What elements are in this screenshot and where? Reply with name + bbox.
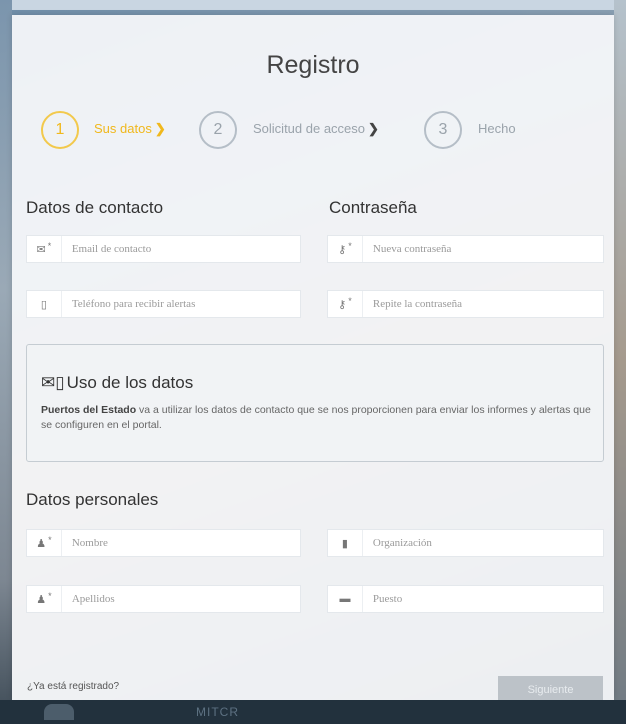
mobile-icon: ▯ [27, 291, 62, 317]
phone-field: ▯ [26, 290, 301, 318]
step-2-circle: 2 [199, 111, 237, 149]
email-field: ✉ * [26, 235, 301, 263]
briefcase-icon: ▬ [328, 586, 363, 612]
new-password-field: ⚷ * [327, 235, 604, 263]
background-right [614, 0, 626, 724]
contact-heading: Datos de contacto [26, 198, 164, 217]
key-icon: ⚷ * [328, 236, 363, 262]
background-top [0, 0, 626, 10]
position-field: ▬ [327, 585, 604, 613]
data-usage-box: ✉▯ Uso de los datos Puertos del Estado v… [26, 344, 604, 462]
step-1-circle: 1 [41, 111, 79, 149]
step-1-label: Sus datos ❯ [94, 121, 166, 136]
email-input[interactable] [61, 236, 300, 262]
data-usage-text: Puertos del Estado va a utilizar los dat… [41, 404, 591, 431]
new-password-input[interactable] [362, 236, 603, 262]
password-heading: Contraseña [329, 198, 417, 217]
data-usage-title: ✉▯ Uso de los datos [41, 373, 194, 392]
step-2-label: Solicitud de acceso ❯ [253, 121, 379, 136]
chevron-right-icon: ❯ [368, 121, 379, 136]
personal-heading: Datos personales [26, 490, 159, 509]
name-input[interactable] [61, 530, 300, 556]
chevron-right-icon: ❯ [154, 121, 166, 136]
envelope-mobile-icon: ✉▯ [41, 373, 65, 392]
page-title: Registro [266, 51, 360, 79]
key-icon: ⚷ * [328, 291, 363, 317]
phone-input[interactable] [61, 291, 300, 317]
repeat-password-input[interactable] [362, 291, 603, 317]
position-input[interactable] [362, 586, 603, 612]
surname-input[interactable] [61, 586, 300, 612]
background-left [0, 0, 12, 724]
user-icon: ♟ * [27, 530, 62, 556]
organization-field: ▮ [327, 529, 604, 557]
building-icon: ▮ [328, 530, 363, 556]
step-3-circle: 3 [424, 111, 462, 149]
envelope-icon: ✉ * [27, 236, 62, 262]
footer-logo-text: MITCR [196, 705, 239, 719]
surname-field: ♟ * [26, 585, 301, 613]
already-registered-link[interactable]: ¿Ya está registrado? [27, 681, 119, 692]
organization-name: Puertos del Estado [41, 404, 137, 416]
repeat-password-field: ⚷ * [327, 290, 604, 318]
next-button[interactable]: Siguiente [498, 676, 603, 703]
registration-panel: Registro 1 Sus datos ❯ 2 Solicitud de acc… [12, 15, 614, 703]
footer-bar [0, 700, 626, 724]
name-field: ♟ * [26, 529, 301, 557]
user-icon: ♟ * [27, 586, 62, 612]
step-3-label: Hecho [478, 121, 516, 136]
organization-input[interactable] [362, 530, 603, 556]
logo-icon [44, 704, 74, 720]
